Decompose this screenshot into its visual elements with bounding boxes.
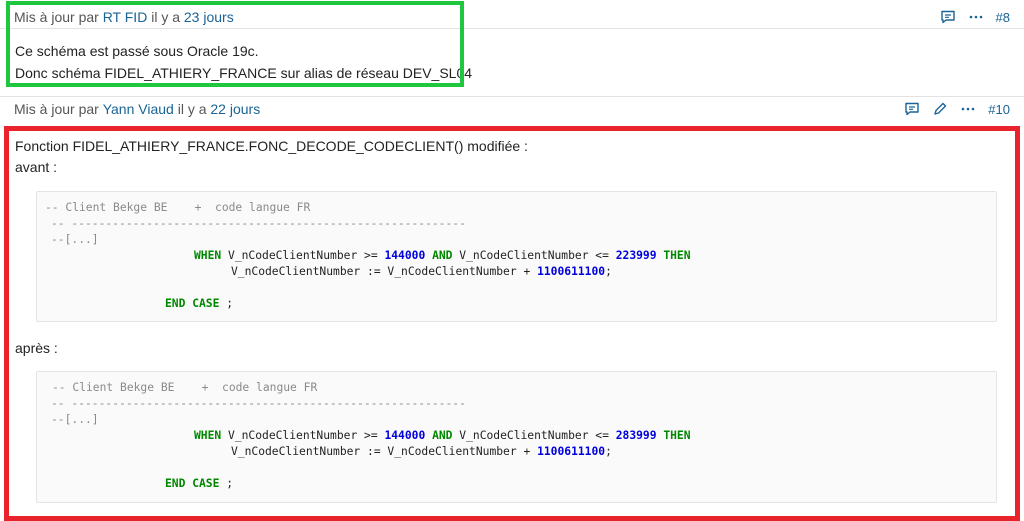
- highlight-box-red: [4, 126, 1020, 521]
- note-number-link[interactable]: #8: [996, 10, 1010, 25]
- edit-pencil-icon[interactable]: [932, 101, 948, 117]
- comment-icon[interactable]: [940, 9, 956, 25]
- author-link[interactable]: Yann Viaud: [103, 101, 174, 117]
- journal-entry-8: Mis à jour par RT FID il y a 23 jours #8…: [0, 0, 1024, 92]
- journal-actions: #10: [904, 98, 1010, 120]
- more-icon[interactable]: [960, 101, 976, 117]
- note-number-link[interactable]: #10: [988, 102, 1010, 117]
- journal-actions: #8: [940, 6, 1010, 28]
- comment-icon[interactable]: [904, 101, 920, 117]
- ago-prefix: il y a: [177, 101, 207, 117]
- more-icon[interactable]: [968, 9, 984, 25]
- divider: [0, 96, 1024, 97]
- updated-by-prefix: Mis à jour par: [14, 101, 99, 117]
- highlight-box-green: [6, 1, 464, 87]
- journal-entry-10: Mis à jour par Yann Viaud il y a 22 jour…: [0, 94, 1024, 521]
- journal-header: Mis à jour par Yann Viaud il y a 22 jour…: [14, 98, 1010, 120]
- timestamp-link[interactable]: 22 jours: [210, 101, 260, 117]
